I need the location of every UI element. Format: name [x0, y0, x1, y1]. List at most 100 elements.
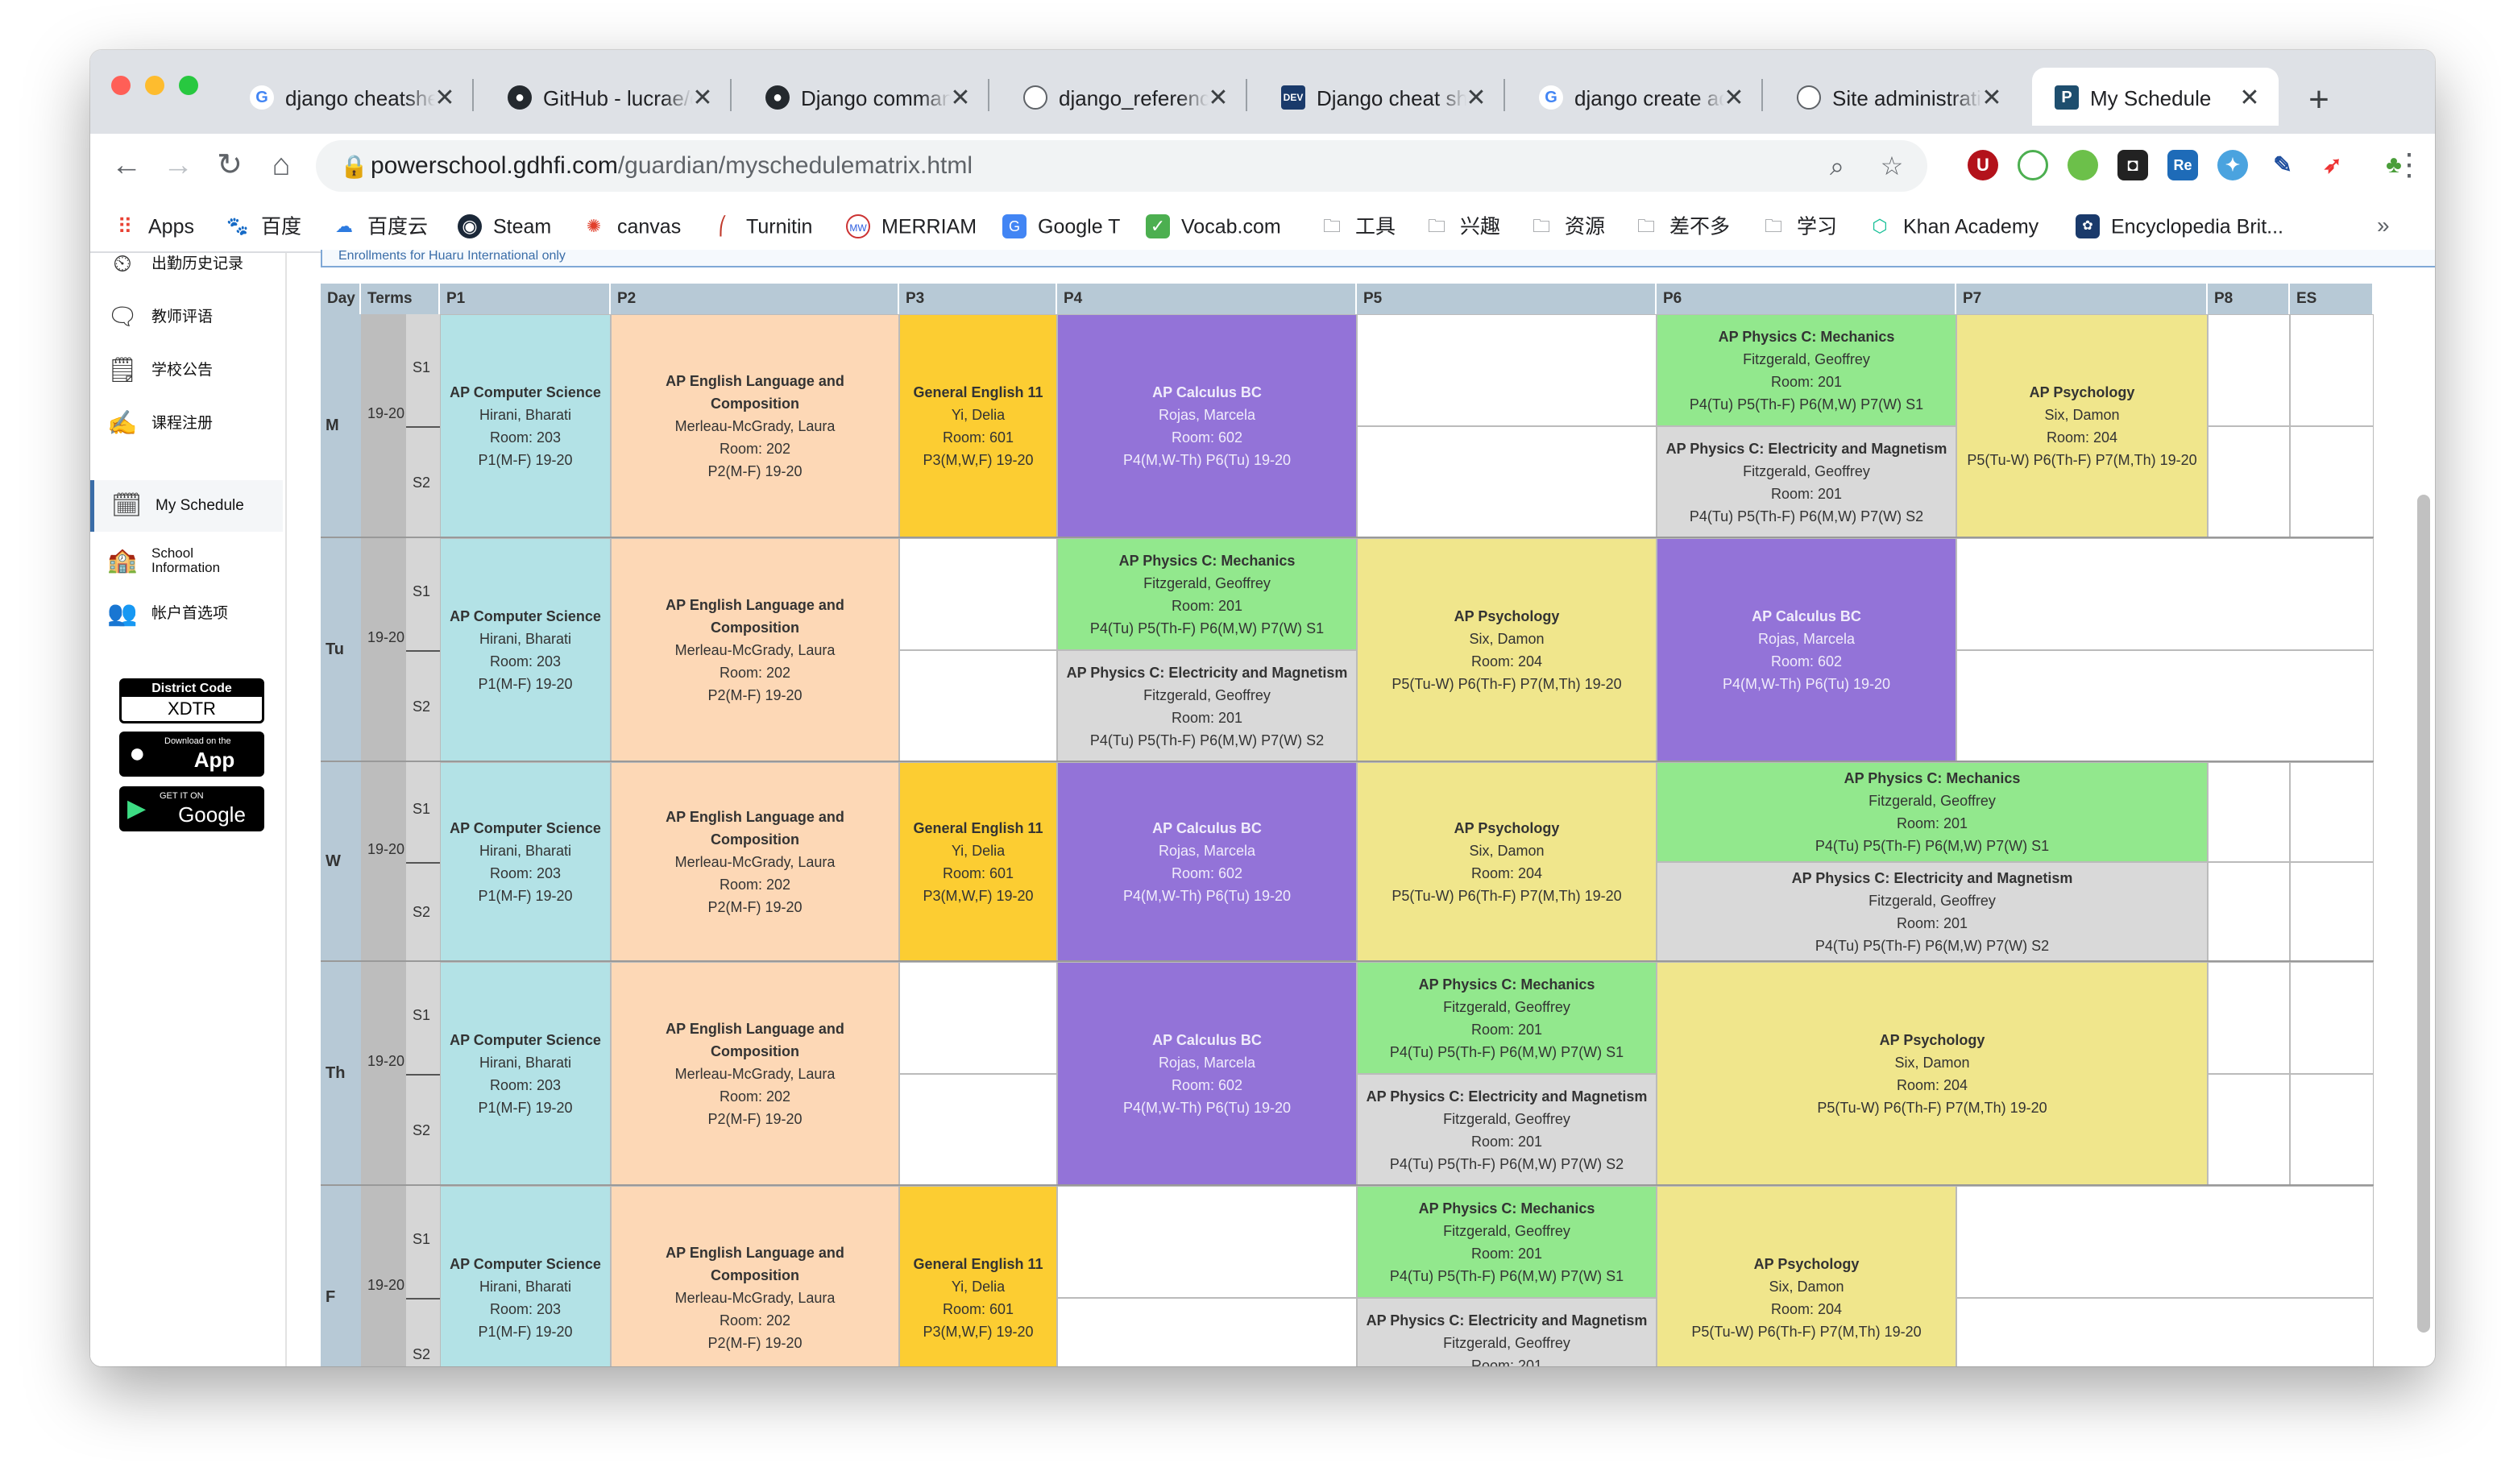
sidebar-item-class-registration[interactable]: ✍ 课程注册: [90, 398, 279, 450]
course-cell-eng[interactable]: AP English Language and Composition Merle…: [611, 538, 899, 762]
bookmark-folder-resources[interactable]: 🗀 资源: [1529, 211, 1605, 240]
course-cell-eng[interactable]: AP English Language and Composition Merle…: [611, 962, 899, 1186]
course-cell-cs[interactable]: AP Computer Science Hirani, Bharati Room: …: [440, 762, 611, 962]
home-button[interactable]: ⌂: [259, 143, 303, 187]
browser-tab[interactable]: G django cheatshee ✕: [227, 68, 474, 126]
rocket-extension-icon[interactable]: ➶: [2317, 150, 2348, 180]
course-cell-psych[interactable]: AP Psychology Six, Damon Room: 204 P5(Tu-W)…: [1357, 538, 1657, 762]
bookmark-star-icon[interactable]: ☆: [1871, 145, 1913, 187]
course-cell-cs[interactable]: AP Computer Science Hirani, Bharati Room: …: [440, 538, 611, 762]
browser-tab[interactable]: ● Django comman ✕: [743, 68, 989, 126]
course-cell-cs[interactable]: AP Computer Science Hirani, Bharati Room: …: [440, 314, 611, 538]
course-cell-gen[interactable]: General English 11 Yi, Delia Room: 601 P3(M…: [899, 1186, 1057, 1366]
reader-extension-icon[interactable]: ◘: [2117, 150, 2148, 180]
close-tab-icon[interactable]: ✕: [2233, 82, 2266, 114]
course-cell-psych[interactable]: AP Psychology Six, Damon Room: 204 P5(Tu-W)…: [1357, 762, 1657, 962]
course-cell-psych[interactable]: AP Psychology Six, Damon Room: 204 P5(Tu-W)…: [1657, 1186, 1956, 1366]
minimize-window-button[interactable]: [145, 76, 164, 95]
course-room: Room: 201: [1171, 709, 1243, 726]
close-tab-icon[interactable]: ✕: [1718, 82, 1750, 114]
course-cell-eng[interactable]: AP English Language and Composition Merle…: [611, 1186, 899, 1366]
close-tab-icon[interactable]: ✕: [1202, 82, 1234, 114]
bookmark-turnitin[interactable]: ⎛ Turnitin: [711, 211, 813, 240]
account-prefs-icon: 👥: [107, 600, 138, 627]
browser-tab[interactable]: Site administratio ✕: [1774, 68, 2021, 126]
bookmark-baidu[interactable]: 🐾 百度: [226, 211, 301, 240]
sidebar-item-attendance-history[interactable]: ⏲ 出勤历史记录: [90, 238, 279, 290]
course-cell-cs[interactable]: AP Computer Science Hirani, Bharati Room: …: [440, 1186, 611, 1366]
course-cell-em[interactable]: AP Physics C: Electricity and Magnetism F…: [1057, 650, 1357, 762]
bookmark-folder-interests[interactable]: 🗀 兴趣: [1425, 211, 1500, 240]
browser-tab[interactable]: DEV Django cheat she ✕: [1259, 68, 1505, 126]
zoom-magnifier-icon[interactable]: ⌕: [1816, 145, 1858, 187]
course-cell-cs[interactable]: AP Computer Science Hirani, Bharati Room: …: [440, 962, 611, 1186]
bookmark-merriam[interactable]: MW MERRIAM: [846, 211, 977, 240]
sidebar-item-teacher-comments[interactable]: 🗨 教师评语: [90, 292, 279, 343]
sidebar-item-school-information[interactable]: 🏫 School Information: [90, 535, 279, 587]
app-store-badge[interactable]: ● Download on the App Store: [119, 732, 264, 797]
bookmark-folder-study[interactable]: 🗀 学习: [1761, 211, 1837, 240]
bookmark-folder-misc[interactable]: 🗀 差不多: [1634, 211, 1730, 240]
browser-menu-icon[interactable]: ⋮: [2393, 143, 2425, 187]
course-cell-mech[interactable]: AP Physics C: Mechanics Fitzgerald, Geoff…: [1357, 1186, 1657, 1298]
bookmark-folder-tools[interactable]: 🗀 工具: [1320, 211, 1396, 240]
close-tab-icon[interactable]: ✕: [1976, 82, 2008, 114]
course-room: Room: 203: [489, 653, 562, 669]
green-dot-extension-icon[interactable]: [2068, 150, 2098, 180]
bookmark-britannica[interactable]: ✿ Encyclopedia Brit...: [2076, 211, 2283, 240]
course-cell-em[interactable]: AP Physics C: Electricity and Magnetism F…: [1357, 1298, 1657, 1366]
bookmark-baiduyun[interactable]: ☁ 百度云: [332, 211, 428, 240]
star-extension-icon[interactable]: ✦: [2217, 150, 2248, 180]
forward-button[interactable]: →: [156, 143, 200, 187]
close-window-button[interactable]: [111, 76, 131, 95]
bookmark-vocab[interactable]: ✓ Vocab.com: [1146, 211, 1281, 240]
course-cell-psych[interactable]: AP Psychology Six, Damon Room: 204 P5(Tu-W)…: [1956, 314, 2208, 538]
sidebar-item-account-preferences[interactable]: 👥 帐户首选项: [90, 588, 279, 640]
course-cell-gen[interactable]: General English 11 Yi, Delia Room: 601 P3(M…: [899, 314, 1057, 538]
browser-tab[interactable]: G django create ad ✕: [1516, 68, 1763, 126]
bookmark-google-translate[interactable]: G Google T: [1002, 211, 1120, 240]
pen-extension-icon[interactable]: ✎: [2267, 150, 2298, 180]
sidebar-item-school-bulletin[interactable]: 🗒 学校公告: [90, 345, 279, 396]
close-tab-icon[interactable]: ✕: [429, 82, 461, 114]
evernote-extension-icon[interactable]: [2018, 150, 2048, 180]
google-play-badge[interactable]: ▶ GET IT ON Google play: [119, 786, 264, 852]
bookmark-khan-academy[interactable]: ⬡ Khan Academy: [1868, 211, 2039, 240]
re-extension-icon[interactable]: Re: [2167, 150, 2198, 180]
close-tab-icon[interactable]: ✕: [1460, 82, 1492, 114]
zoom-window-button[interactable]: [179, 76, 198, 95]
bookmarks-overflow-chevron[interactable]: »: [2377, 211, 2390, 240]
course-meets: P4(M,W-Th) P6(Tu) 19-20: [1722, 676, 1891, 692]
course-cell-em[interactable]: AP Physics C: Electricity and Magnetism F…: [1357, 1074, 1657, 1186]
browser-tab-active[interactable]: P My Schedule ✕: [2032, 68, 2279, 126]
ublock-extension-icon[interactable]: U: [1968, 150, 1998, 180]
sidebar-item-my-schedule[interactable]: 🗓 My Schedule: [90, 480, 283, 532]
new-tab-button[interactable]: +: [2301, 82, 2337, 119]
course-cell-psych[interactable]: AP Psychology Six, Damon Room: 204 P5(Tu-W)…: [1657, 962, 2208, 1186]
course-cell-mech[interactable]: AP Physics C: Mechanics Fitzgerald, Geoff…: [1357, 962, 1657, 1074]
browser-tab[interactable]: ● GitHub - lucrae/d ✕: [485, 68, 732, 126]
bookmark-steam[interactable]: ◉ Steam: [458, 211, 551, 240]
bookmark-canvas[interactable]: ✺ canvas: [582, 211, 681, 240]
empty-period-cell: [2208, 962, 2290, 1074]
browser-tab[interactable]: django_reference ✕: [1001, 68, 1247, 126]
close-tab-icon[interactable]: ✕: [944, 82, 977, 114]
course-cell-em[interactable]: AP Physics C: Electricity and Magnetism F…: [1657, 426, 1956, 538]
course-cell-eng[interactable]: AP English Language and Composition Merle…: [611, 762, 899, 962]
close-tab-icon[interactable]: ✕: [686, 82, 719, 114]
course-cell-mech[interactable]: AP Physics C: Mechanics Fitzgerald, Geoff…: [1057, 538, 1357, 650]
vertical-scrollbar[interactable]: [2417, 495, 2430, 1333]
course-cell-calc[interactable]: AP Calculus BC Rojas, Marcela Room: 602 P4(…: [1057, 314, 1357, 538]
address-bar[interactable]: 🔒 powerschool.gdhfi.com/guardian/mysched…: [316, 140, 1927, 192]
back-button[interactable]: ←: [105, 143, 148, 187]
bookmark-apps[interactable]: ⠿ Apps: [113, 211, 194, 240]
course-cell-eng[interactable]: AP English Language and Composition Merle…: [611, 314, 899, 538]
course-cell-calc[interactable]: AP Calculus BC Rojas, Marcela Room: 602 P4(…: [1057, 762, 1357, 962]
course-cell-em[interactable]: AP Physics C: Electricity and Magnetism F…: [1657, 862, 2208, 962]
course-cell-mech[interactable]: AP Physics C: Mechanics Fitzgerald, Geoff…: [1657, 314, 1956, 426]
course-cell-mech[interactable]: AP Physics C: Mechanics Fitzgerald, Geoff…: [1657, 762, 2208, 862]
course-cell-calc[interactable]: AP Calculus BC Rojas, Marcela Room: 602 P4(…: [1657, 538, 1956, 762]
course-cell-calc[interactable]: AP Calculus BC Rojas, Marcela Room: 602 P4(…: [1057, 962, 1357, 1186]
course-cell-gen[interactable]: General English 11 Yi, Delia Room: 601 P3(M…: [899, 762, 1057, 962]
reload-button[interactable]: ↻: [208, 143, 251, 187]
